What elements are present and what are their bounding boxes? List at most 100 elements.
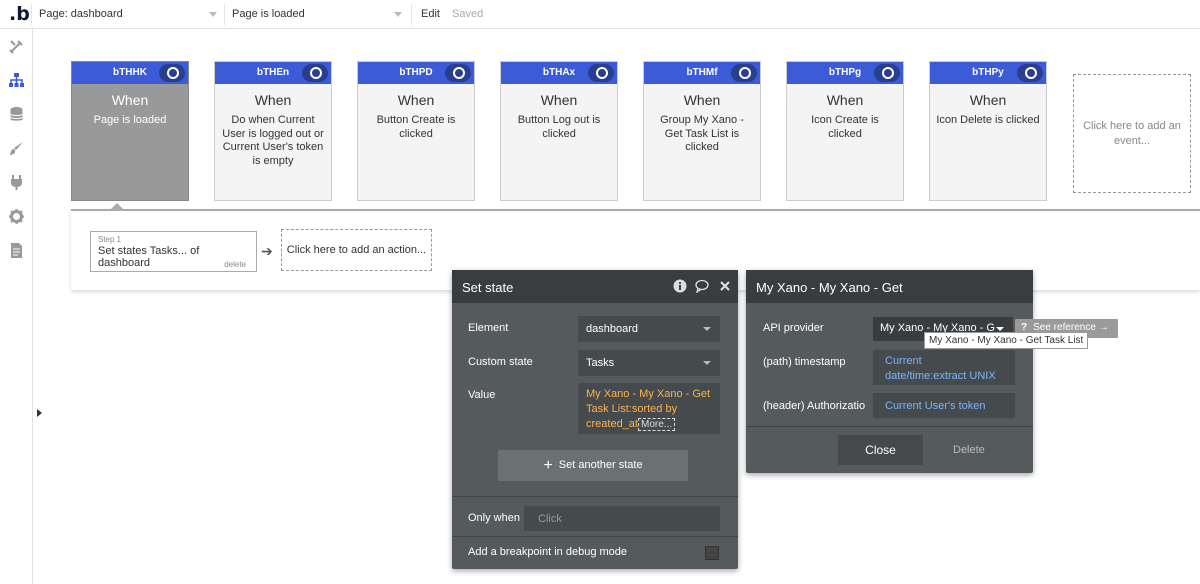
left-sidebar [0, 29, 33, 584]
value-expression[interactable]: My Xano - My Xano - Get Task List:sorted… [578, 383, 720, 434]
timestamp-label: (path) timestamp [763, 356, 846, 368]
set-state-panel: Set state Element dashboard Custom state… [452, 270, 738, 569]
plus-icon: + [543, 457, 553, 474]
breakpoint-checkbox[interactable] [705, 546, 719, 560]
divider [411, 4, 412, 25]
add-event-button[interactable]: Click here to add an event... [1073, 74, 1191, 193]
divider [31, 4, 32, 25]
event-when: When [826, 92, 864, 108]
value-label: Value [468, 389, 496, 401]
chevron-down-icon [703, 361, 711, 365]
data-icon[interactable] [8, 106, 25, 123]
step-delete-link[interactable]: delete [224, 260, 246, 269]
logs-icon[interactable] [8, 242, 25, 259]
event-when: When [111, 92, 149, 108]
event-description: Button Log out is clicked [517, 114, 601, 140]
event-card[interactable]: bTHPy When Icon Delete is clicked [929, 61, 1047, 201]
only-when-label: Only when [468, 512, 520, 524]
add-action-button[interactable]: Click here to add an action... [281, 229, 432, 271]
chevron-down-icon [394, 12, 402, 17]
authorization-field[interactable]: Current User's token [873, 393, 1015, 418]
event-select-value: Page is loaded [232, 8, 305, 20]
event-id: bTHAx [542, 67, 576, 78]
event-card[interactable]: bTHHK When Page is loaded [71, 61, 189, 201]
set-another-state-button[interactable]: + Set another state [498, 450, 688, 481]
event-id: bTHPg [828, 67, 862, 78]
action-step[interactable]: Step 1 Set states Tasks... of dashboard … [90, 231, 257, 272]
event-card[interactable]: bTHMf When Group My Xano - Get Task List … [643, 61, 761, 201]
custom-state-label: Custom state [468, 356, 533, 368]
event-when: When [969, 92, 1007, 108]
chevron-down-icon [996, 327, 1004, 331]
authorization-label: (header) Authorizatio [763, 400, 866, 412]
timestamp-field[interactable]: Current date/time:extract UNIX [873, 350, 1015, 385]
custom-state-dropdown[interactable]: Tasks [578, 350, 720, 376]
event-description: Group My Xano - Get Task List is clicked [660, 114, 744, 153]
event-toggle-icon[interactable] [731, 64, 757, 82]
event-description: Icon Create is clicked [811, 114, 879, 140]
event-id: bTHEn [256, 67, 290, 78]
api-provider-label: API provider [763, 322, 824, 334]
element-dropdown[interactable]: dashboard [578, 316, 720, 342]
close-button[interactable]: Close [838, 435, 923, 465]
expand-panel-arrow-icon[interactable] [37, 409, 42, 417]
custom-state-value: Tasks [586, 357, 615, 369]
event-card[interactable]: bTHAx When Button Log out is clicked [500, 61, 618, 201]
event-card[interactable]: bTHPD When Button Create is clicked [357, 61, 475, 201]
page-select-value: Page: dashboard [39, 8, 123, 20]
step-number: Step 1 [98, 235, 122, 244]
event-description: Do when Current User is logged out or Cu… [222, 114, 324, 167]
divider [452, 536, 738, 537]
event-card[interactable]: bTHPg When Icon Create is clicked [786, 61, 904, 201]
divider [224, 4, 225, 25]
element-value: dashboard [586, 323, 638, 335]
event-id: bTHPD [399, 67, 433, 78]
styles-icon[interactable] [8, 140, 25, 157]
plugins-icon[interactable] [8, 174, 25, 191]
save-status: Saved [452, 8, 484, 20]
event-id: bTHHK [113, 67, 147, 78]
event-toggle-icon[interactable] [445, 64, 471, 82]
event-when: When [540, 92, 578, 108]
set-another-label: Set another state [558, 459, 643, 471]
event-when: When [254, 92, 292, 108]
event-description: Button Create is clicked [376, 114, 456, 140]
event-toggle-icon[interactable] [302, 64, 328, 82]
panel-title: Set state [462, 280, 514, 295]
edit-menu[interactable]: Edit [421, 8, 440, 20]
more-button[interactable]: More... [637, 418, 676, 431]
provider-tooltip: My Xano - My Xano - Get Task List [924, 332, 1088, 349]
event-when: When [397, 92, 435, 108]
event-description: Icon Delete is clicked [936, 114, 1040, 126]
breakpoint-label: Add a breakpoint in debug mode [468, 546, 628, 558]
bubble-logo[interactable]: .b [0, 0, 31, 29]
chevron-down-icon [703, 327, 711, 331]
event-card[interactable]: bTHEn When Do when Current User is logged… [214, 61, 332, 201]
event-toggle-icon[interactable] [588, 64, 614, 82]
arrow-right-icon: ➔ [261, 243, 273, 259]
workflow-icon[interactable] [8, 72, 25, 89]
chevron-down-icon [209, 12, 217, 17]
event-id: bTHMf [686, 67, 718, 78]
top-bar: .b Page: dashboard Page is loaded Edit S… [0, 0, 1200, 29]
event-select[interactable]: Page is loaded [226, 4, 408, 25]
divider [746, 426, 1033, 427]
event-toggle-icon[interactable] [874, 64, 900, 82]
settings-icon[interactable] [8, 208, 25, 225]
element-label: Element [468, 322, 509, 334]
comment-icon[interactable] [695, 279, 710, 294]
divider [452, 496, 738, 497]
event-when: When [683, 92, 721, 108]
event-id: bTHPy [972, 67, 1004, 78]
panel-header: Set state [452, 270, 738, 303]
event-toggle-icon[interactable] [159, 64, 185, 82]
only-when-input[interactable]: Click [524, 506, 720, 531]
panel-title: My Xano - My Xano - Get [756, 280, 903, 295]
panel-header: My Xano - My Xano - Get [746, 270, 1033, 303]
delete-button[interactable]: Delete [953, 444, 985, 456]
event-toggle-icon[interactable] [1017, 64, 1043, 82]
info-icon[interactable] [673, 279, 687, 293]
design-icon[interactable] [8, 38, 25, 55]
page-select[interactable]: Page: dashboard [33, 4, 223, 25]
close-icon[interactable] [718, 279, 732, 293]
